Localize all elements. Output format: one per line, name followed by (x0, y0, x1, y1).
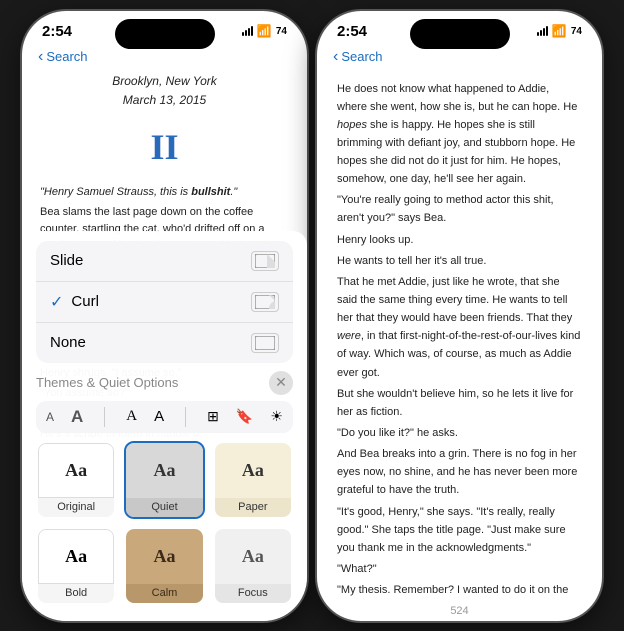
theme-quiet-label: Quiet (126, 498, 202, 517)
chevron-icon-right: ‹ (333, 48, 338, 66)
slide-option-slide[interactable]: Slide (36, 241, 293, 282)
themes-title: Themes & Quiet Options (36, 375, 178, 390)
font-large-icon[interactable]: A (71, 407, 83, 427)
slide-icon (251, 251, 279, 271)
time-right: 2:54 (337, 23, 367, 40)
phones-container: 2:54 📶 74 ‹ (12, 1, 612, 631)
themes-header: Themes & Quiet Options ✕ (36, 371, 293, 395)
time-left: 2:54 (42, 23, 72, 40)
overlay-panel: Slide ✓ Curl (22, 231, 307, 621)
theme-quiet[interactable]: Aa Quiet (124, 441, 204, 519)
font-style-serif[interactable]: A (126, 408, 137, 425)
close-button[interactable]: ✕ (269, 371, 293, 395)
theme-paper[interactable]: Aa Paper (213, 441, 293, 519)
font-controls: A A A A ⊞ 🔖 ☀ (36, 401, 293, 433)
left-phone: 2:54 📶 74 ‹ (22, 11, 307, 621)
chapter-number: II (40, 120, 289, 176)
theme-focus-label: Focus (215, 584, 291, 603)
status-icons-left: 📶 74 (242, 24, 287, 38)
right-phone: 2:54 📶 74 ‹ (317, 11, 602, 621)
battery-icon: 74 (276, 26, 287, 37)
back-button-left[interactable]: ‹ Search (38, 48, 88, 66)
font-style-sans[interactable]: A (154, 408, 164, 425)
theme-grid: Aa Original Aa Quiet Aa (36, 441, 293, 605)
bookmark-icon[interactable]: 🔖 (236, 408, 253, 425)
slide-options: Slide ✓ Curl (36, 241, 293, 363)
wifi-icon-right: 📶 (552, 24, 567, 38)
battery-icon-right: 74 (571, 26, 582, 37)
theme-calm[interactable]: Aa Calm (124, 527, 204, 605)
theme-calm-label: Calm (126, 584, 202, 603)
font-small-icon[interactable]: A (46, 410, 54, 424)
theme-paper-label: Paper (215, 498, 291, 517)
back-label-right: Search (341, 49, 382, 64)
back-button-right[interactable]: ‹ Search (333, 48, 383, 66)
divider (104, 407, 105, 427)
book-header: Brooklyn, New York March 13, 2015 (40, 72, 289, 110)
status-icons-right: 📶 74 (537, 24, 582, 38)
back-label-left: Search (46, 49, 87, 64)
signal-icon (242, 26, 253, 36)
slide-option-none[interactable]: None (36, 323, 293, 363)
theme-bold-label: Bold (38, 584, 114, 603)
signal-icon-right (537, 26, 548, 36)
slide-option-curl[interactable]: ✓ Curl (36, 282, 293, 323)
divider2 (185, 407, 186, 427)
dynamic-island (115, 19, 215, 49)
theme-bold[interactable]: Aa Bold (36, 527, 116, 605)
wifi-icon: 📶 (257, 24, 272, 38)
curl-icon (251, 292, 279, 312)
theme-original[interactable]: Aa Original (36, 441, 116, 519)
theme-original-label: Original (38, 498, 114, 517)
book-content-right: He does not know what happened to Addie,… (317, 72, 602, 601)
dynamic-island-right (410, 19, 510, 49)
theme-focus[interactable]: Aa Focus (213, 527, 293, 605)
layout-icon[interactable]: ⊞ (207, 408, 219, 425)
brightness-icon[interactable]: ☀ (270, 408, 283, 425)
page-number: 524 (317, 601, 602, 621)
check-icon: ✓ (50, 292, 63, 312)
chevron-icon: ‹ (38, 48, 43, 66)
none-icon (251, 333, 279, 353)
